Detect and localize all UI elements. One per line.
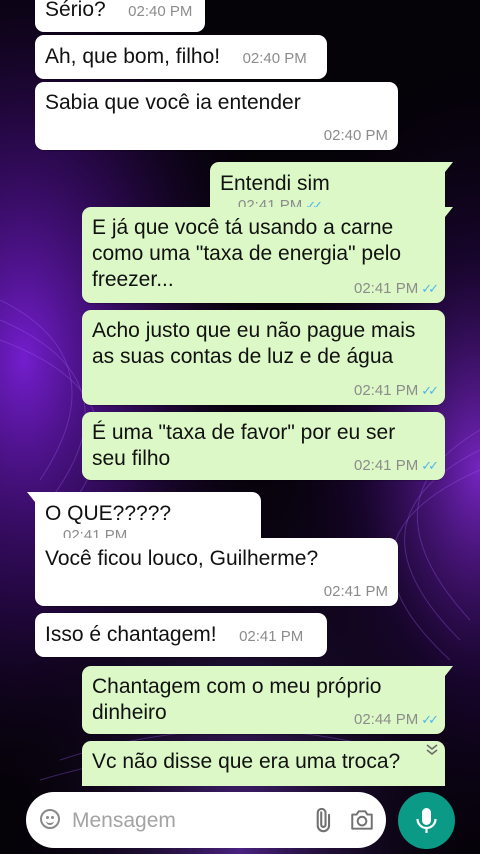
message-time: 02:41 PM bbox=[353, 280, 419, 297]
message-time: 02:41 PM bbox=[239, 628, 304, 645]
message-text: Ah, que bom, filho! bbox=[45, 45, 221, 68]
message-time: 02:40 PM bbox=[128, 3, 193, 20]
message-time: 02:41 PM bbox=[353, 382, 419, 399]
smiley-icon[interactable] bbox=[40, 809, 60, 829]
message-meta: 02:41 PM ✓✓ bbox=[353, 457, 439, 474]
camera-icon[interactable] bbox=[349, 807, 375, 833]
double-chevron-down-icon[interactable] bbox=[420, 742, 444, 764]
message-meta: 02:41 PM ✓✓ bbox=[353, 382, 439, 399]
chevron-down-icon bbox=[426, 744, 438, 756]
message-bubble-outgoing[interactable]: E já que você tá usando a carne como uma… bbox=[82, 207, 453, 303]
message-text: O QUE????? bbox=[45, 502, 172, 525]
message-time: 02:40 PM bbox=[323, 127, 388, 144]
message-text: Você ficou louco, Guilherme? bbox=[45, 547, 319, 570]
message-bubble-incoming[interactable]: Ah, que bom, filho! 02:40 PM bbox=[35, 35, 327, 79]
message-text: Entendi sim bbox=[220, 172, 330, 195]
message-time: 02:41 PM bbox=[353, 457, 419, 474]
read-ticks-icon: ✓✓ bbox=[421, 383, 439, 398]
message-bubble-incoming[interactable]: Sabia que você ia entender 02:40 PM bbox=[35, 82, 398, 150]
read-ticks-icon: ✓✓ bbox=[421, 712, 439, 727]
message-time: 02:40 PM bbox=[242, 50, 307, 67]
message-text: Vc não disse que era uma troca? bbox=[92, 750, 401, 773]
read-ticks-icon: ✓✓ bbox=[421, 281, 439, 296]
message-bubble-incoming[interactable]: Isso é chantagem! 02:41 PM bbox=[35, 613, 327, 657]
message-text: Isso é chantagem! bbox=[45, 623, 217, 646]
message-bubble-outgoing[interactable]: É uma "taxa de favor" por eu ser seu fil… bbox=[82, 412, 445, 480]
message-bubble-outgoing[interactable]: Chantagem com o meu próprio dinheiro 02:… bbox=[82, 666, 453, 734]
message-time: 02:44 PM bbox=[353, 711, 419, 728]
message-list[interactable]: Sério? 02:40 PM Ah, que bom, filho! 02:4… bbox=[0, 0, 480, 786]
message-bubble-outgoing[interactable]: Vc não disse que era uma troca? bbox=[82, 741, 445, 786]
voice-record-button[interactable] bbox=[398, 792, 455, 849]
message-input[interactable] bbox=[70, 806, 294, 836]
message-time: 02:41 PM bbox=[323, 583, 388, 600]
read-ticks-icon: ✓✓ bbox=[421, 458, 439, 473]
message-meta: 02:41 PM ✓✓ bbox=[353, 280, 439, 297]
message-bubble-incoming[interactable]: Sério? 02:40 PM bbox=[35, 0, 205, 32]
message-meta: 02:44 PM ✓✓ bbox=[353, 711, 439, 728]
message-bubble-incoming[interactable]: Você ficou louco, Guilherme? 02:41 PM bbox=[35, 538, 398, 606]
message-composer bbox=[26, 792, 386, 848]
message-text: Sabia que você ia entender bbox=[45, 91, 301, 114]
paperclip-icon[interactable] bbox=[309, 807, 335, 833]
message-text: Sério? bbox=[45, 0, 106, 21]
message-bubble-outgoing[interactable]: Acho justo que eu não pague mais as suas… bbox=[82, 310, 445, 405]
microphone-icon bbox=[416, 808, 437, 833]
message-text: Acho justo que eu não pague mais as suas… bbox=[92, 319, 416, 368]
